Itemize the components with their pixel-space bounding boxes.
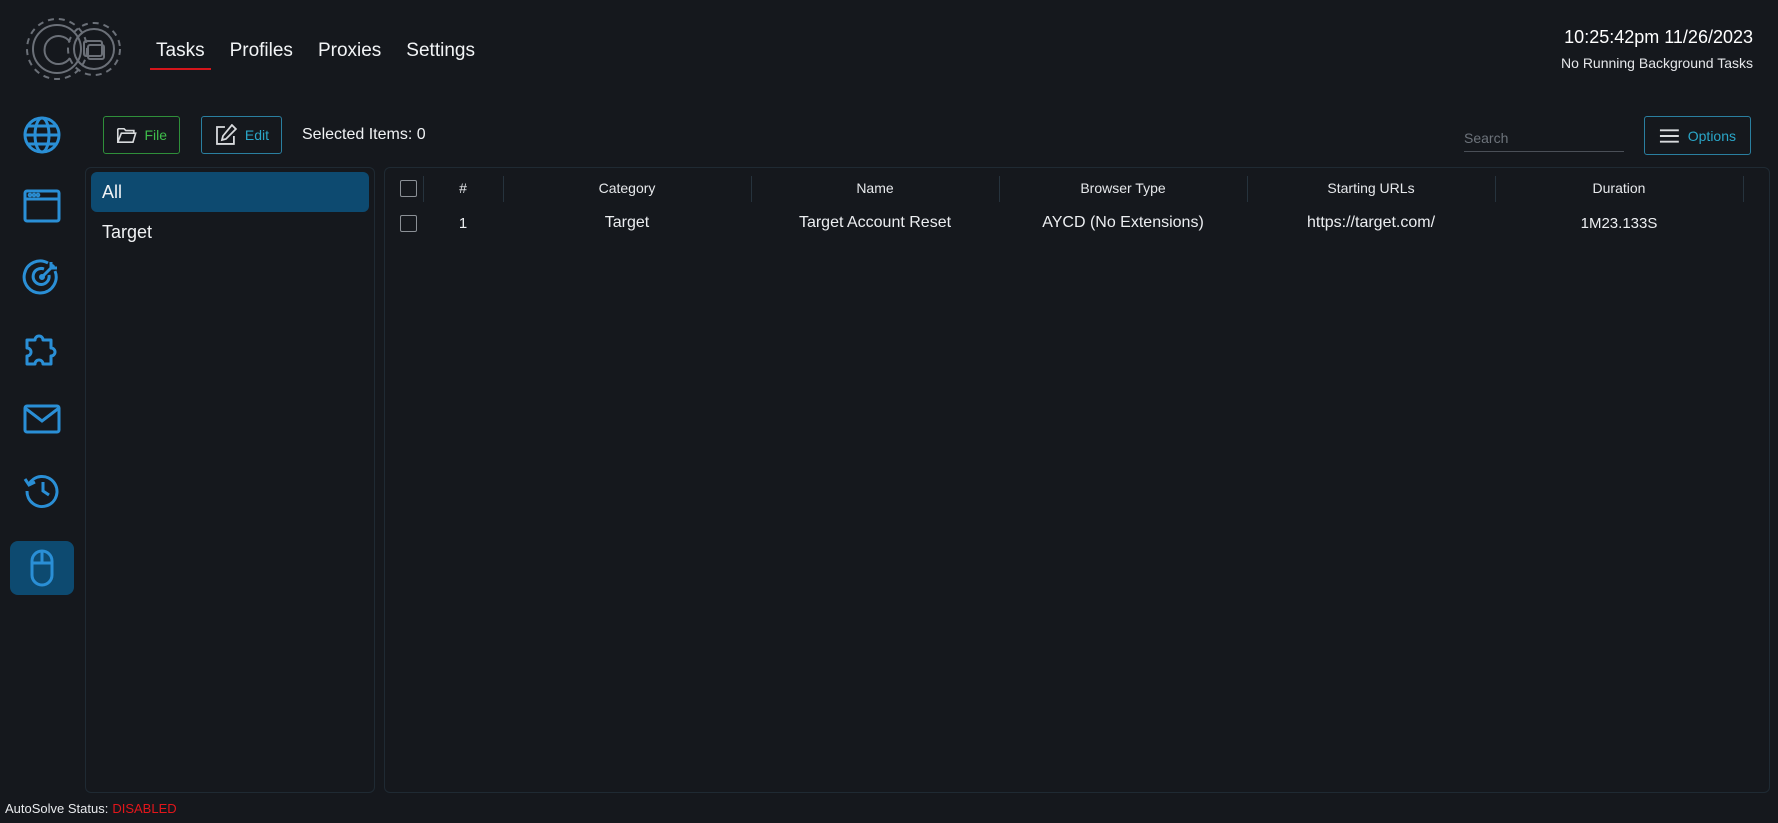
tasks-table: # Category Name Browser Type Starting UR… (384, 167, 1770, 793)
options-button[interactable]: Options (1644, 116, 1751, 155)
sidebar-item-browser[interactable] (10, 179, 74, 233)
options-button-label: Options (1687, 127, 1736, 144)
file-button[interactable]: File (103, 116, 180, 154)
background-task-status: No Running Background Tasks (1561, 55, 1753, 71)
target-icon (22, 259, 58, 295)
nav-tab-proxies[interactable]: Proxies (312, 36, 387, 68)
table-header: # Category Name Browser Type Starting UR… (385, 171, 1769, 205)
header-name[interactable]: Name (751, 171, 999, 205)
app-logo (22, 14, 127, 84)
column-divider (1743, 176, 1744, 202)
autosolve-status: DISABLED (112, 801, 177, 816)
header-number[interactable]: # (423, 171, 503, 205)
sidebar-item-mouse[interactable] (10, 541, 74, 595)
category-item-target[interactable]: Target (91, 212, 369, 252)
search-field (1464, 125, 1624, 152)
select-all-cell (393, 171, 423, 205)
mail-icon (23, 404, 61, 434)
nav-tab-settings[interactable]: Settings (400, 36, 481, 68)
row-select-cell (393, 206, 423, 240)
autosolve-label: AutoSolve Status: (5, 801, 109, 816)
cell-starting-urls: https://target.com/ (1306, 214, 1436, 231)
globe-icon (23, 116, 61, 154)
header-starting-urls[interactable]: Starting URLs (1247, 171, 1495, 205)
folder-icon (116, 127, 137, 143)
cell-number: 1 (458, 214, 468, 232)
search-input[interactable] (1464, 125, 1624, 151)
mouse-icon (30, 549, 54, 587)
edit-button-label: Edit (244, 127, 269, 143)
clock-panel: 10:25:42pm 11/26/2023 No Running Backgro… (1561, 27, 1753, 71)
sidebar-item-extensions[interactable] (10, 321, 74, 375)
cell-name: Target Account Reset (798, 214, 952, 231)
sidebar-item-target[interactable] (10, 250, 74, 304)
select-all-checkbox[interactable] (399, 179, 417, 197)
puzzle-icon (25, 334, 57, 366)
selected-items-count: Selected Items: 0 (302, 126, 426, 143)
category-item-all[interactable]: All (91, 172, 369, 212)
cell-duration: 1M23.133S (1580, 214, 1658, 232)
browser-window-icon (23, 189, 61, 223)
sidebar-item-history[interactable] (10, 463, 74, 517)
row-checkbox[interactable] (399, 214, 417, 232)
top-nav: Tasks Profiles Proxies Settings (150, 36, 494, 70)
cell-category: Target (604, 214, 650, 231)
table-row[interactable]: 1 Target Target Account Reset AYCD (No E… (385, 206, 1769, 240)
cell-browser-type: AYCD (No Extensions) (1042, 214, 1204, 231)
nav-tab-profiles[interactable]: Profiles (224, 36, 299, 68)
menu-icon (1659, 128, 1679, 143)
header-browser-type[interactable]: Browser Type (999, 171, 1247, 205)
sidebar-item-globe[interactable] (10, 108, 74, 162)
edit-button[interactable]: Edit (201, 116, 282, 154)
sidebar-item-mail[interactable] (10, 392, 74, 446)
category-panel: All Target (85, 167, 375, 793)
edit-icon (216, 124, 238, 145)
autosolve-status-bar: AutoSolve Status: DISABLED (5, 801, 177, 816)
history-icon (23, 475, 59, 508)
clock-time: 10:25:42pm 11/26/2023 (1564, 27, 1753, 47)
nav-tab-tasks[interactable]: Tasks (150, 36, 211, 70)
header-duration[interactable]: Duration (1495, 171, 1743, 205)
header-category[interactable]: Category (503, 171, 751, 205)
file-button-label: File (144, 127, 167, 143)
